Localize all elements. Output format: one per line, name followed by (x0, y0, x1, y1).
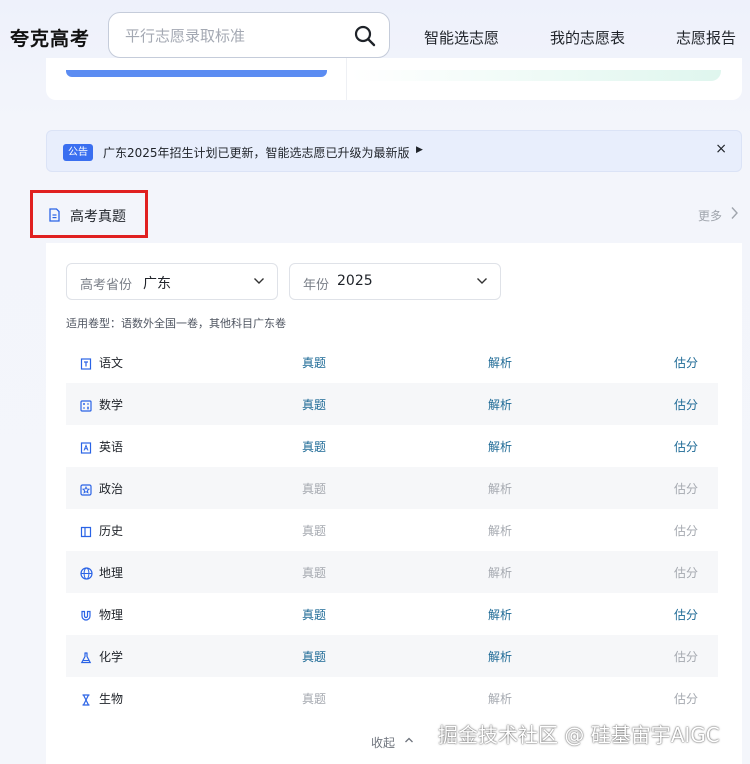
search-icon[interactable] (353, 24, 377, 48)
exam-link[interactable]: 真题 (302, 354, 326, 371)
announcement-tag: 公告 (63, 144, 93, 161)
top-card (46, 58, 742, 100)
analysis-link[interactable]: 解析 (488, 606, 512, 623)
analysis-link: 解析 (488, 524, 513, 538)
exam-link[interactable]: 真题 (302, 396, 326, 413)
star-badge-icon (80, 481, 92, 500)
more-label[interactable]: 更多 (698, 209, 722, 223)
section-title: 高考真题 (70, 209, 126, 225)
search-input[interactable] (123, 24, 347, 48)
play-arrow-icon[interactable]: ▶ (416, 145, 423, 155)
subject-name: 数学 (99, 398, 124, 412)
book-icon (80, 523, 92, 542)
score-link: 估分 (674, 482, 699, 496)
subject-row: 生物 真题 解析 估分 (66, 677, 718, 719)
year-value: 2025 (337, 273, 373, 289)
subject-name: 政治 (99, 482, 124, 496)
letter-a-icon (80, 439, 92, 458)
document-icon (49, 208, 60, 222)
exam-link: 真题 (302, 524, 327, 538)
subject-name: 生物 (99, 692, 124, 706)
primary-button-edge[interactable] (66, 70, 327, 77)
subject-row: 地理 真题 解析 估分 (66, 551, 718, 593)
analysis-link[interactable]: 解析 (488, 438, 512, 455)
hourglass-icon (80, 691, 92, 710)
section-title-highlight: 高考真题 (30, 190, 148, 238)
exam-link[interactable]: 真题 (302, 648, 326, 665)
subject-row: 政治 真题 解析 估分 (66, 467, 718, 509)
province-label: 高考省份 (80, 278, 133, 293)
chevron-right-icon[interactable] (730, 206, 739, 220)
exam-link: 真题 (302, 566, 327, 580)
analysis-link: 解析 (488, 566, 513, 580)
watermark: 掘金技术社区 @ 硅基宙宇AIGC (438, 723, 720, 747)
card-divider (346, 58, 347, 100)
app-logo[interactable]: 夸克高考 (10, 24, 90, 51)
subject-row: 历史 真题 解析 估分 (66, 509, 718, 551)
exam-link[interactable]: 真题 (302, 438, 326, 455)
exam-link[interactable]: 真题 (302, 606, 326, 623)
search-box[interactable] (108, 12, 390, 58)
globe-icon (80, 565, 93, 584)
subject-row: 英语 真题 解析 估分 (66, 425, 718, 467)
score-link: 估分 (674, 524, 699, 538)
announcement-text[interactable]: 广东2025年招生计划已更新，智能选志愿已升级为最新版 (103, 144, 410, 161)
score-link: 估分 (674, 650, 699, 664)
score-link: 估分 (674, 566, 699, 580)
chevron-down-icon[interactable] (476, 277, 488, 285)
close-icon[interactable]: × (715, 141, 727, 157)
nav-report[interactable]: 志愿报告 (676, 27, 736, 48)
exam-link: 真题 (302, 482, 327, 496)
subject-row: 物理 真题 解析 估分 (66, 593, 718, 635)
analysis-link[interactable]: 解析 (488, 396, 512, 413)
announcement-bar[interactable]: 公告 广东2025年招生计划已更新，智能选志愿已升级为最新版 ▶ × (46, 130, 742, 172)
subject-name: 英语 (99, 440, 124, 454)
analysis-link[interactable]: 解析 (488, 354, 512, 371)
chevron-up-icon[interactable] (404, 735, 414, 745)
analysis-link: 解析 (488, 482, 513, 496)
collapse-label[interactable]: 收起 (371, 736, 395, 750)
magnet-icon (80, 607, 92, 626)
analysis-link[interactable]: 解析 (488, 648, 512, 665)
calculator-icon (80, 397, 92, 416)
subject-name: 地理 (99, 566, 124, 580)
more-link[interactable]: 更多 (698, 207, 738, 224)
province-select[interactable]: 高考省份 广东 (66, 263, 278, 300)
nav-my-list[interactable]: 我的志愿表 (550, 27, 625, 48)
score-link[interactable]: 估分 (674, 396, 698, 413)
flask-icon (80, 649, 92, 668)
province-value: 广东 (143, 276, 171, 292)
chevron-down-icon[interactable] (253, 277, 265, 285)
score-link: 估分 (674, 692, 699, 706)
subject-name: 物理 (99, 608, 124, 622)
year-select[interactable]: 年份 2025 (289, 263, 501, 300)
secondary-button-edge[interactable] (351, 70, 721, 81)
subject-row: 语文 真题 解析 估分 (66, 341, 718, 383)
paper-type-note: 适用卷型：语数外全国一卷，其他科目广东卷 (66, 317, 286, 330)
score-link[interactable]: 估分 (674, 354, 698, 371)
score-link[interactable]: 估分 (674, 438, 698, 455)
analysis-link: 解析 (488, 692, 513, 706)
year-label: 年份 (303, 278, 330, 293)
subject-row: 数学 真题 解析 估分 (66, 383, 718, 425)
exam-link: 真题 (302, 692, 327, 706)
subject-name: 化学 (99, 650, 124, 664)
subject-name: 历史 (99, 524, 124, 538)
nav-smart-select[interactable]: 智能选志愿 (424, 27, 499, 48)
subject-name: 语文 (99, 356, 124, 370)
score-link[interactable]: 估分 (674, 606, 698, 623)
subject-row: 化学 真题 解析 估分 (66, 635, 718, 677)
collapse-button[interactable]: 收起 (371, 734, 413, 751)
exam-panel: 高考省份 广东 年份 2025 适用卷型：语数外全国一卷，其他科目广东卷 语文真… (46, 243, 742, 764)
doc-icon (80, 355, 92, 374)
